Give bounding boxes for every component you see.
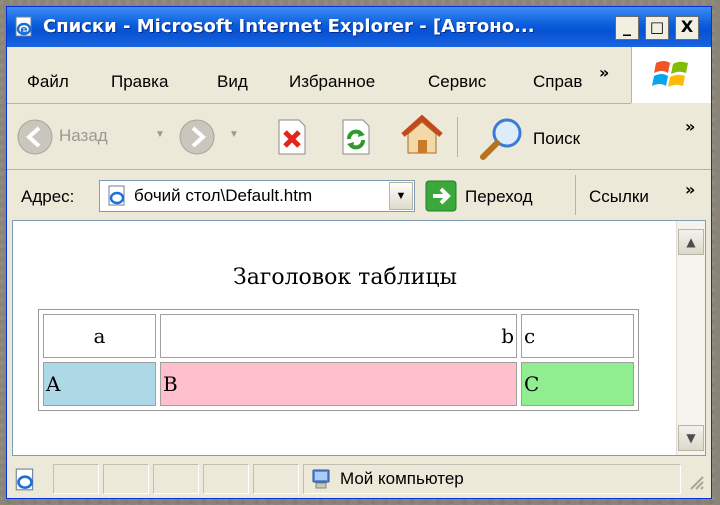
status-panel (103, 464, 149, 494)
menu-tools[interactable]: Сервис (428, 72, 486, 92)
vertical-scrollbar[interactable]: ▲ ▼ (676, 221, 705, 455)
status-bar: Мой компьютер (7, 459, 711, 499)
go-button-label[interactable]: Переход (465, 187, 533, 207)
status-panel (253, 464, 299, 494)
minimize-button[interactable]: _ (615, 16, 639, 40)
forward-dropdown-icon[interactable]: ▼ (229, 129, 239, 140)
scroll-down-button[interactable]: ▼ (678, 425, 704, 451)
ie-status-icon (15, 468, 34, 491)
status-panel (153, 464, 199, 494)
demo-table: a b c A B C (38, 309, 639, 411)
windows-logo (631, 47, 711, 103)
search-icon[interactable] (477, 115, 525, 161)
back-arrow-icon[interactable] (15, 117, 55, 157)
table-cell: a (43, 314, 156, 358)
stop-icon[interactable] (273, 118, 309, 156)
go-arrow-icon[interactable] (425, 180, 457, 212)
menu-bar: Файл Правка Вид Избранное Сервис Справ » (7, 47, 631, 104)
table-cell: C (521, 362, 634, 406)
back-button-label[interactable]: Назад (59, 126, 108, 146)
address-input[interactable]: бочий стол\Default.htm (134, 186, 312, 206)
menu-help[interactable]: Справ (533, 72, 587, 92)
menu-edit[interactable]: Правка (111, 72, 168, 92)
standard-toolbar: Назад ▼ ▼ Поиск » (7, 103, 711, 170)
title-bar[interactable]: e Списки - Microsoft Internet Explorer -… (7, 7, 711, 47)
menu-file[interactable]: Файл (27, 72, 69, 92)
address-bar: Адрес: бочий стол\Default.htm ▼ Переход … (7, 170, 711, 220)
links-overflow-chevron[interactable]: » (685, 180, 695, 199)
table-cell: c (521, 314, 634, 358)
table-row: A B C (43, 362, 634, 406)
page-content: Заголовок таблицы a b c A B C ▲ ▼ (12, 220, 706, 456)
refresh-icon[interactable] (337, 118, 373, 156)
back-dropdown-icon[interactable]: ▼ (155, 129, 165, 140)
ie-page-icon: e (15, 16, 32, 37)
menu-favorites[interactable]: Избранное (289, 72, 375, 92)
address-separator (575, 175, 576, 215)
maximize-button[interactable]: □ (645, 16, 669, 40)
toolbar-overflow-chevron[interactable]: » (685, 117, 695, 136)
home-icon[interactable] (399, 113, 445, 157)
address-label: Адрес: (21, 187, 75, 206)
address-combobox[interactable]: бочий стол\Default.htm ▼ (99, 180, 415, 212)
status-zone-panel: Мой компьютер (303, 464, 681, 494)
table-cell: B (160, 362, 517, 406)
table-cell: A (43, 362, 156, 406)
zone-label: Мой компьютер (340, 469, 464, 488)
my-computer-icon (312, 469, 330, 489)
table-cell: b (160, 314, 517, 358)
status-panel (53, 464, 99, 494)
links-label[interactable]: Ссылки (589, 187, 649, 207)
menu-overflow-chevron[interactable]: » (599, 63, 609, 82)
table-caption: Заголовок таблицы (232, 265, 458, 290)
window-title: Списки - Microsoft Internet Explorer - [… (43, 16, 535, 37)
close-button[interactable]: X (675, 16, 699, 40)
page-icon (108, 185, 125, 206)
menu-view[interactable]: Вид (217, 72, 248, 92)
scroll-up-button[interactable]: ▲ (678, 229, 704, 255)
status-panel (203, 464, 249, 494)
toolbar-separator (457, 117, 458, 157)
svg-text:e: e (20, 23, 27, 36)
address-dropdown-button[interactable]: ▼ (389, 182, 413, 210)
table-row: a b c (43, 314, 634, 358)
search-button-label[interactable]: Поиск (533, 129, 580, 149)
browser-window: e Списки - Microsoft Internet Explorer -… (6, 6, 712, 499)
forward-arrow-icon[interactable] (177, 117, 217, 157)
resize-grip-icon[interactable] (687, 473, 705, 491)
